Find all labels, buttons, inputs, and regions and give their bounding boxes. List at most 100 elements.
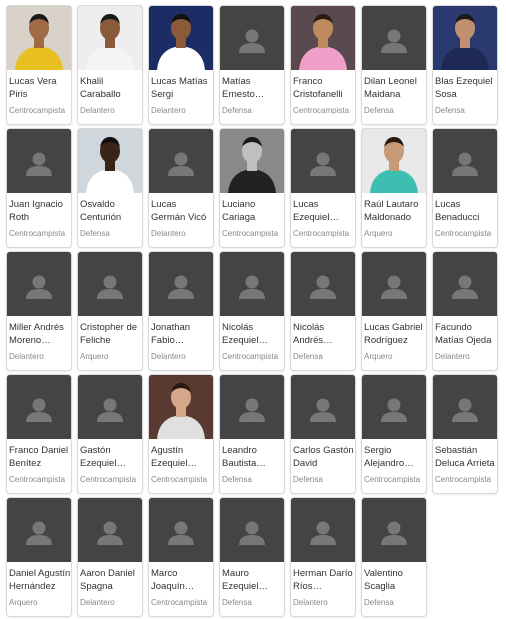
player-name: Sebastián Deluca Arrieta: [435, 445, 495, 469]
player-name: Miller Andrés Moreno Murillo: [9, 322, 64, 346]
player-position: Delantero: [151, 229, 186, 238]
player-name: Valentino Scaglia: [364, 568, 403, 592]
player-position: Centrocampista: [364, 475, 421, 484]
player-card[interactable]: Cristopher de Feliche Arquero: [77, 251, 143, 371]
user-placeholder-icon: [362, 375, 426, 439]
player-card[interactable]: Miller Andrés Moreno Murillo Delantero: [6, 251, 72, 371]
user-placeholder-icon: [78, 252, 142, 316]
player-name: Nicolás Andrés Barrera: [293, 322, 325, 346]
player-card[interactable]: Franco Daniel Benítez Centrocampista: [6, 374, 72, 494]
player-card[interactable]: Luciano Cariaga Centrocampista: [219, 128, 285, 248]
player-card[interactable]: Aaron Daniel Spagna Delantero: [77, 497, 143, 617]
player-name: Lucas Gabriel Rodríguez: [364, 322, 423, 346]
player-photo: [149, 375, 213, 439]
player-position: Arquero: [364, 229, 393, 238]
player-name: Juan Ignacio Roth: [9, 199, 63, 223]
player-position: Defensa: [222, 598, 252, 607]
player-card[interactable]: Lucas Benaducci Centrocampista: [432, 128, 498, 248]
user-placeholder-icon: [7, 375, 71, 439]
user-placeholder-icon: [220, 252, 284, 316]
player-position: Centrocampista: [9, 229, 66, 238]
player-name: Osvaldo Centurión: [80, 199, 122, 223]
player-card[interactable]: Juan Ignacio Roth Centrocampista: [6, 128, 72, 248]
player-card[interactable]: Lucas Vera Piris Centrocampista: [6, 5, 72, 125]
player-position: Defensa: [80, 229, 110, 238]
user-placeholder-icon: [149, 252, 213, 316]
player-name: Luciano Cariaga: [222, 199, 256, 223]
user-placeholder-icon: [362, 498, 426, 562]
player-position: Delantero: [9, 352, 44, 361]
player-photo: [78, 6, 142, 70]
player-position: Arquero: [9, 598, 38, 607]
player-card[interactable]: Gastón Ezequiel… Centrocampista: [77, 374, 143, 494]
player-name: Carlos Gastón David: [293, 445, 354, 469]
player-card[interactable]: Leandro Bautista… Defensa: [219, 374, 285, 494]
player-position: Centrocampista: [293, 106, 350, 115]
player-card[interactable]: Carlos Gastón David Defensa: [290, 374, 356, 494]
player-card[interactable]: Nicolás Ezequiel… Centrocampista: [219, 251, 285, 371]
player-name: Lucas Germán Vicó: [151, 199, 207, 223]
player-name: Franco Daniel Benítez: [9, 445, 69, 469]
player-name: Sergio Alejandro Díaz: [364, 445, 405, 469]
player-name: Raúl Lautaro Maldonado: [364, 199, 419, 223]
player-position: Arquero: [364, 352, 393, 361]
user-placeholder-icon: [291, 498, 355, 562]
player-name: Agustín Ezequiel…: [151, 445, 197, 469]
user-placeholder-icon: [433, 252, 497, 316]
player-position: Centrocampista: [222, 229, 279, 238]
player-card[interactable]: Lucas Matías Sergi Delantero: [148, 5, 214, 125]
player-position: Defensa: [435, 106, 465, 115]
player-photo: [291, 6, 355, 70]
player-card[interactable]: Franco Cristofanelli Centrocampista: [290, 5, 356, 125]
player-position: Defensa: [364, 106, 394, 115]
player-card[interactable]: Lucas Ezequiel Chiapparo… Centrocampista: [290, 128, 356, 248]
user-placeholder-icon: [291, 129, 355, 193]
user-placeholder-icon: [78, 375, 142, 439]
user-placeholder-icon: [291, 375, 355, 439]
player-name: Marco Joaquín Camejo: [151, 568, 185, 592]
player-position: Delantero: [151, 352, 186, 361]
user-placeholder-icon: [7, 129, 71, 193]
player-card[interactable]: Dilan Leonel Maidana Defensa: [361, 5, 427, 125]
player-position: Delantero: [80, 598, 115, 607]
player-card[interactable]: Sergio Alejandro Díaz Centrocampista: [361, 374, 427, 494]
user-placeholder-icon: [220, 375, 284, 439]
player-position: Centrocampista: [80, 475, 137, 484]
user-placeholder-icon: [362, 6, 426, 70]
player-card[interactable]: Matías Ernesto Escudero Defensa: [219, 5, 285, 125]
player-card[interactable]: Osvaldo Centurión Defensa: [77, 128, 143, 248]
player-position: Defensa: [222, 475, 252, 484]
player-position: Centrocampista: [151, 475, 208, 484]
player-card[interactable]: Herman Darío Ríos… Delantero: [290, 497, 356, 617]
player-card[interactable]: Khalil Caraballo Delantero: [77, 5, 143, 125]
player-card[interactable]: Lucas Gabriel Rodríguez Arquero: [361, 251, 427, 371]
player-card[interactable]: Facundo Matías Ojeda Delantero: [432, 251, 498, 371]
player-name: Aaron Daniel Spagna: [80, 568, 135, 592]
player-name: Lucas Matías Sergi: [151, 76, 208, 100]
player-card[interactable]: Jonathan Fabio… Delantero: [148, 251, 214, 371]
player-card[interactable]: Daniel Agustín Hernández Arquero: [6, 497, 72, 617]
player-name: Dilan Leonel Maidana: [364, 76, 417, 100]
player-card[interactable]: Blas Ezequiel Sosa Defensa: [432, 5, 498, 125]
player-name: Lucas Ezequiel Chiapparo…: [293, 199, 330, 223]
player-card[interactable]: Mauro Ezequiel… Defensa: [219, 497, 285, 617]
user-placeholder-icon: [433, 375, 497, 439]
user-placeholder-icon: [220, 498, 284, 562]
player-card[interactable]: Valentino Scaglia Defensa: [361, 497, 427, 617]
user-placeholder-icon: [7, 498, 71, 562]
player-position: Defensa: [222, 106, 252, 115]
user-placeholder-icon: [7, 252, 71, 316]
player-card[interactable]: Agustín Ezequiel… Centrocampista: [148, 374, 214, 494]
player-card[interactable]: Lucas Germán Vicó Delantero: [148, 128, 214, 248]
player-card[interactable]: Raúl Lautaro Maldonado Arquero: [361, 128, 427, 248]
player-card[interactable]: Sebastián Deluca Arrieta Centrocampista: [432, 374, 498, 494]
user-placeholder-icon: [362, 252, 426, 316]
player-position: Centrocampista: [9, 475, 66, 484]
player-position: Defensa: [364, 598, 394, 607]
player-card[interactable]: Marco Joaquín Camejo Centrocampista: [148, 497, 214, 617]
player-card[interactable]: Nicolás Andrés Barrera Defensa: [290, 251, 356, 371]
player-photo: [149, 6, 213, 70]
user-placeholder-icon: [291, 252, 355, 316]
player-name: Franco Cristofanelli: [293, 76, 343, 100]
player-position: Arquero: [80, 352, 109, 361]
